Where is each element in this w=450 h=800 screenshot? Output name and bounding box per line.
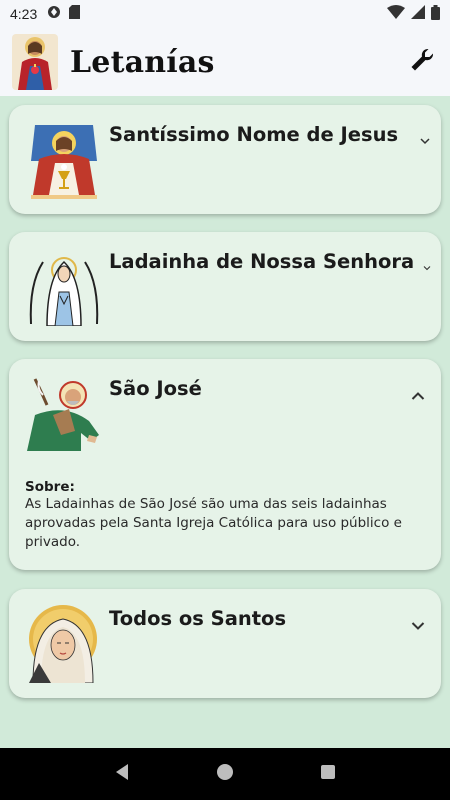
litany-title: Ladainha de Nossa Senhora (109, 250, 415, 273)
litany-title: São José (109, 377, 202, 400)
litany-card: Santíssimo Nome de Jesus (9, 105, 441, 214)
litany-card-header[interactable]: Santíssimo Nome de Jesus (9, 105, 441, 205)
saint-nun-icon (25, 605, 103, 684)
home-button[interactable] (213, 762, 237, 786)
litany-title: Todos os Santos (109, 607, 287, 630)
app-bar: Letanías (0, 28, 450, 96)
our-lady-icon (25, 248, 103, 327)
litany-card-header[interactable]: Todos os Santos (9, 589, 441, 689)
home-icon (216, 763, 234, 785)
recents-button[interactable] (316, 762, 340, 786)
battery-icon (431, 4, 440, 24)
about-label: Sobre: (25, 479, 75, 495)
back-icon (114, 763, 130, 785)
chevron-up-icon[interactable] (409, 387, 427, 405)
system-nav-bar (0, 748, 450, 800)
saint-joseph-icon (25, 375, 103, 453)
app-title: Letanías (70, 44, 215, 80)
litany-about: Sobre: As Ladainhas de São José são uma … (9, 459, 441, 566)
wifi-icon (387, 5, 405, 23)
sd-card-icon (69, 5, 81, 23)
litany-list: Santíssimo Nome de Jesus Ladainha de Nos… (0, 96, 450, 748)
jesus-eucharist-icon (25, 121, 103, 199)
litany-title: Santíssimo Nome de Jesus (109, 123, 399, 146)
chevron-down-icon[interactable] (409, 617, 427, 635)
signal-icon (411, 5, 425, 23)
recents-icon (320, 764, 336, 784)
status-time: 4:23 (10, 6, 38, 22)
chevron-down-icon[interactable] (421, 262, 433, 274)
back-button[interactable] (110, 762, 134, 786)
litany-card: Todos os Santos (9, 589, 441, 698)
about-text: As Ladainhas de São José são uma das sei… (25, 496, 402, 550)
litany-card: Ladainha de Nossa Senhora (9, 232, 441, 341)
vpn-icon (47, 5, 61, 23)
litany-card-expanded: São José Sobre: As Ladainhas de São José… (9, 359, 441, 570)
settings-button[interactable] (406, 46, 438, 78)
wrench-icon (409, 47, 435, 77)
sacred-heart-icon (12, 34, 58, 90)
litany-card-header[interactable]: Ladainha de Nossa Senhora (9, 232, 441, 332)
litany-card-header[interactable]: São José (9, 359, 441, 459)
chevron-down-icon[interactable] (419, 135, 431, 147)
status-bar: 4:23 (0, 0, 450, 28)
